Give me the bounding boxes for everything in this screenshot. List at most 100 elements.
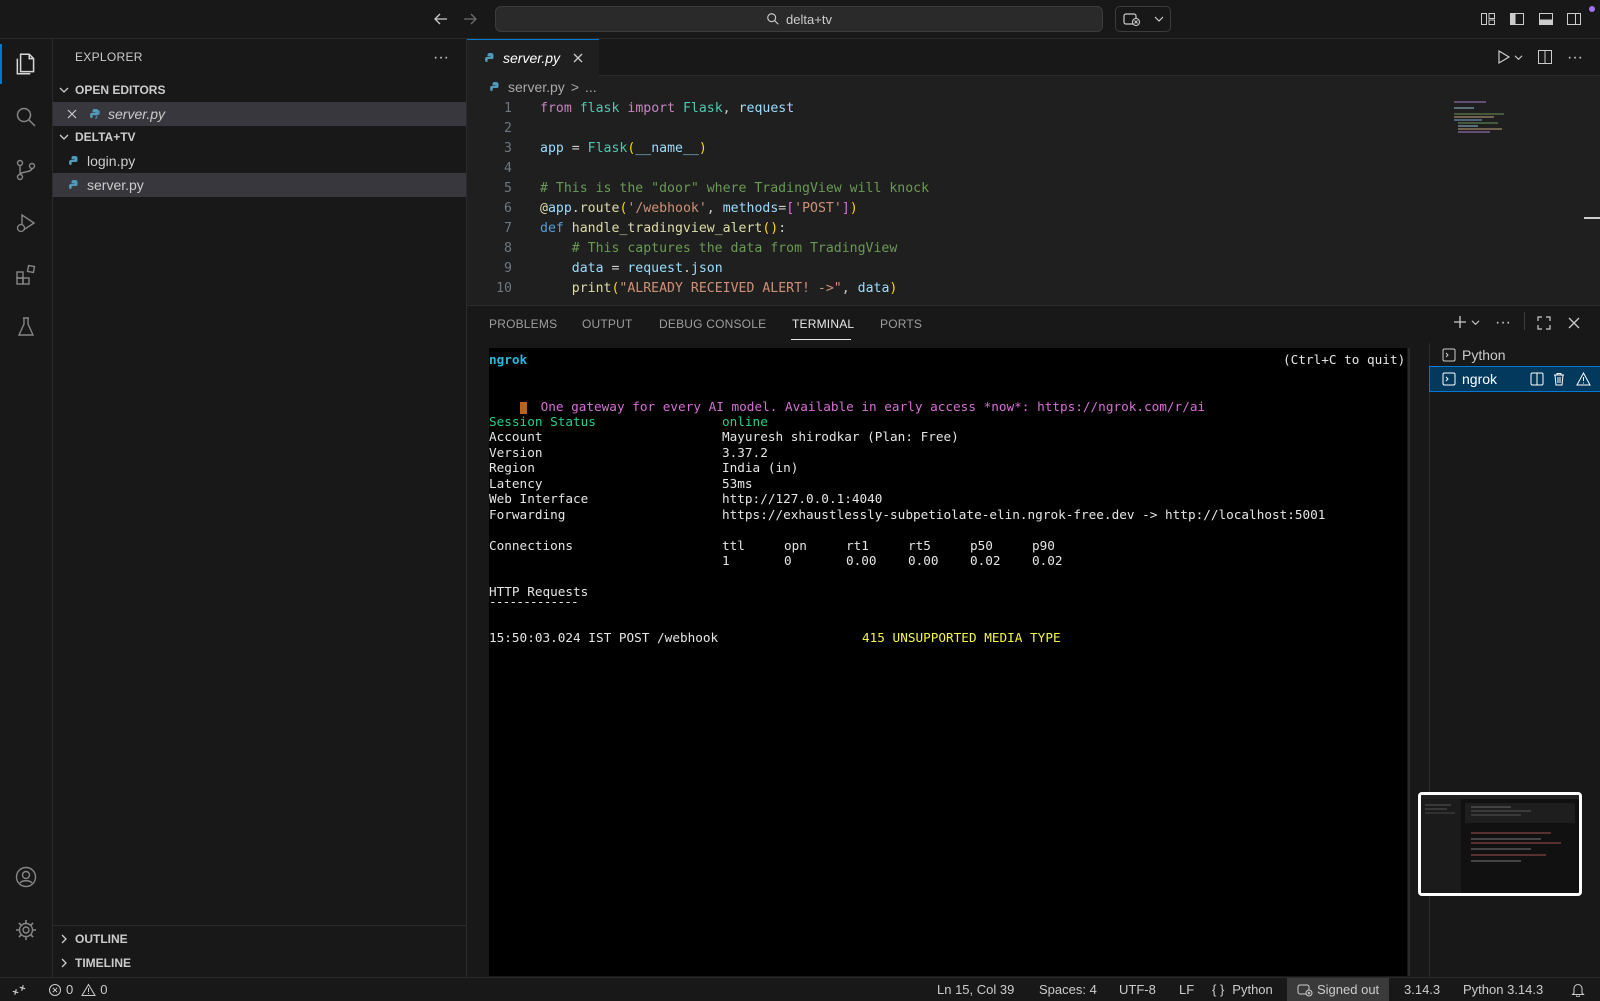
python-file-icon: [88, 107, 102, 121]
outline-section[interactable]: OUTLINE: [53, 928, 466, 950]
extensions-icon[interactable]: [0, 255, 52, 295]
divider: [53, 925, 466, 926]
session-status-value: online: [722, 414, 768, 429]
toggle-panel-icon[interactable]: [1536, 9, 1556, 29]
conn-header: opn: [784, 538, 807, 553]
code-editor[interactable]: 1 from flask import Flask, request 2 3 app…: [467, 99, 1600, 299]
conn-value: 0: [784, 553, 792, 568]
language-mode[interactable]: { } Python: [1212, 981, 1273, 998]
customize-layout-icon[interactable]: [1478, 9, 1498, 29]
file-item-login[interactable]: login.py: [53, 149, 466, 173]
explorer-icon[interactable]: [0, 44, 52, 84]
remote-indicator-icon[interactable]: [12, 981, 26, 998]
timeline-section[interactable]: TIMELINE: [53, 952, 466, 974]
copilot-status[interactable]: Signed out: [1287, 978, 1390, 1001]
run-python-file-button[interactable]: [1495, 49, 1523, 65]
tab-output[interactable]: OUTPUT: [582, 317, 633, 331]
toggle-secondary-sidebar-icon[interactable]: [1564, 9, 1584, 29]
terminal-scrollbar[interactable]: [1408, 348, 1410, 976]
back-arrow-icon[interactable]: [431, 9, 451, 29]
new-terminal-button[interactable]: [1452, 314, 1480, 330]
terminal-icon: [1442, 348, 1456, 362]
close-panel-icon[interactable]: [1567, 316, 1581, 330]
tab-server-py[interactable]: server.py: [467, 39, 599, 76]
close-icon[interactable]: [66, 108, 80, 120]
minimap[interactable]: [1450, 99, 1530, 139]
code-line: # This is the "door" where TradingView w…: [540, 181, 930, 196]
split-terminal-icon[interactable]: [1530, 372, 1544, 386]
conn-value: 0.02: [970, 553, 1001, 568]
more-actions-icon[interactable]: ···: [433, 49, 449, 67]
encoding-status[interactable]: UTF-8: [1119, 981, 1156, 998]
terminal-quit-hint: (Ctrl+C to quit): [1283, 352, 1406, 367]
eol-status[interactable]: LF: [1179, 981, 1194, 998]
more-actions-icon[interactable]: ···: [1567, 49, 1583, 67]
maximize-panel-icon[interactable]: [1537, 316, 1551, 330]
line-number: 3: [504, 141, 512, 156]
chevron-down-icon: [53, 85, 75, 95]
tab-label: server.py: [503, 50, 561, 66]
copilot-button[interactable]: [1115, 6, 1171, 32]
python-file-icon: [67, 178, 81, 192]
file-label: server.py: [87, 177, 144, 193]
search-icon[interactable]: [0, 97, 52, 137]
row-label: Latency: [489, 476, 543, 491]
line-number: 6: [504, 201, 512, 216]
outline-label: OUTLINE: [75, 932, 128, 946]
testing-flask-icon[interactable]: [0, 307, 52, 347]
terminal-icon: [1442, 372, 1456, 386]
tab-debug-console[interactable]: DEBUG CONSOLE: [659, 317, 766, 331]
open-editor-item-server[interactable]: server.py: [53, 102, 466, 126]
folder-section[interactable]: DELTA+TV: [53, 126, 466, 148]
problems-status[interactable]: 0 0: [48, 981, 107, 998]
conn-header: p90: [1032, 538, 1055, 553]
tab-terminal[interactable]: TERMINAL: [792, 317, 854, 331]
terminal-output[interactable]: ngrok (Ctrl+C to quit) One gateway for e…: [489, 348, 1407, 976]
chevron-down-icon: [53, 132, 75, 142]
line-number: 10: [496, 281, 512, 296]
conn-header: p50: [970, 538, 993, 553]
split-editor-icon[interactable]: [1537, 49, 1553, 65]
close-icon[interactable]: [572, 52, 584, 64]
timeline-label: TIMELINE: [75, 956, 131, 970]
breadcrumb-symbol[interactable]: ...: [585, 79, 597, 95]
play-icon: [1495, 49, 1511, 65]
chevron-down-icon: [1154, 14, 1164, 24]
source-control-icon[interactable]: [0, 150, 52, 190]
python-version-short[interactable]: 3.14.3: [1404, 981, 1440, 998]
row-label: Account: [489, 429, 543, 444]
editor-tab-bar: server.py ···: [467, 39, 1600, 76]
terminal-app-name: ngrok: [489, 352, 528, 367]
terminal-item-ngrok[interactable]: ngrok: [1429, 366, 1600, 392]
connections-label: Connections: [489, 538, 574, 553]
folder-label: DELTA+TV: [75, 130, 136, 144]
settings-gear-icon[interactable]: [0, 910, 52, 950]
run-debug-icon[interactable]: [0, 203, 52, 243]
more-actions-icon[interactable]: ···: [1495, 314, 1511, 332]
open-editors-section[interactable]: OPEN EDITORS: [53, 79, 466, 101]
warning-icon[interactable]: [1576, 372, 1591, 386]
terminal-item-python[interactable]: Python: [1430, 343, 1600, 367]
request-entry: 15:50:03.024 IST POST /webhook: [489, 630, 719, 645]
python-file-icon: [483, 51, 497, 65]
cursor-position[interactable]: Ln 15, Col 39: [937, 981, 1014, 998]
forward-arrow-icon[interactable]: [460, 9, 480, 29]
file-item-server[interactable]: server.py: [53, 173, 466, 197]
toggle-primary-sidebar-icon[interactable]: [1507, 9, 1527, 29]
row-value: 53ms: [722, 476, 753, 491]
python-interpreter[interactable]: Python 3.14.3: [1463, 981, 1543, 998]
account-icon[interactable]: [0, 857, 52, 897]
bell-icon[interactable]: [1571, 981, 1585, 998]
command-center-search[interactable]: delta+tv: [495, 6, 1103, 32]
tab-problems[interactable]: PROBLEMS: [489, 317, 557, 331]
code-line: from flask import Flask, request: [540, 101, 795, 116]
account-status-label: Signed out: [1317, 982, 1380, 997]
indentation-status[interactable]: Spaces: 4: [1039, 981, 1097, 998]
plus-icon: [1452, 314, 1468, 330]
breadcrumb-file[interactable]: server.py: [508, 79, 565, 95]
trash-icon[interactable]: [1552, 372, 1566, 386]
error-icon: [48, 983, 62, 997]
tab-ports[interactable]: PORTS: [880, 317, 922, 331]
window-thumbnail-preview[interactable]: [1418, 792, 1582, 896]
code-line: app = Flask(__name__): [540, 141, 707, 156]
